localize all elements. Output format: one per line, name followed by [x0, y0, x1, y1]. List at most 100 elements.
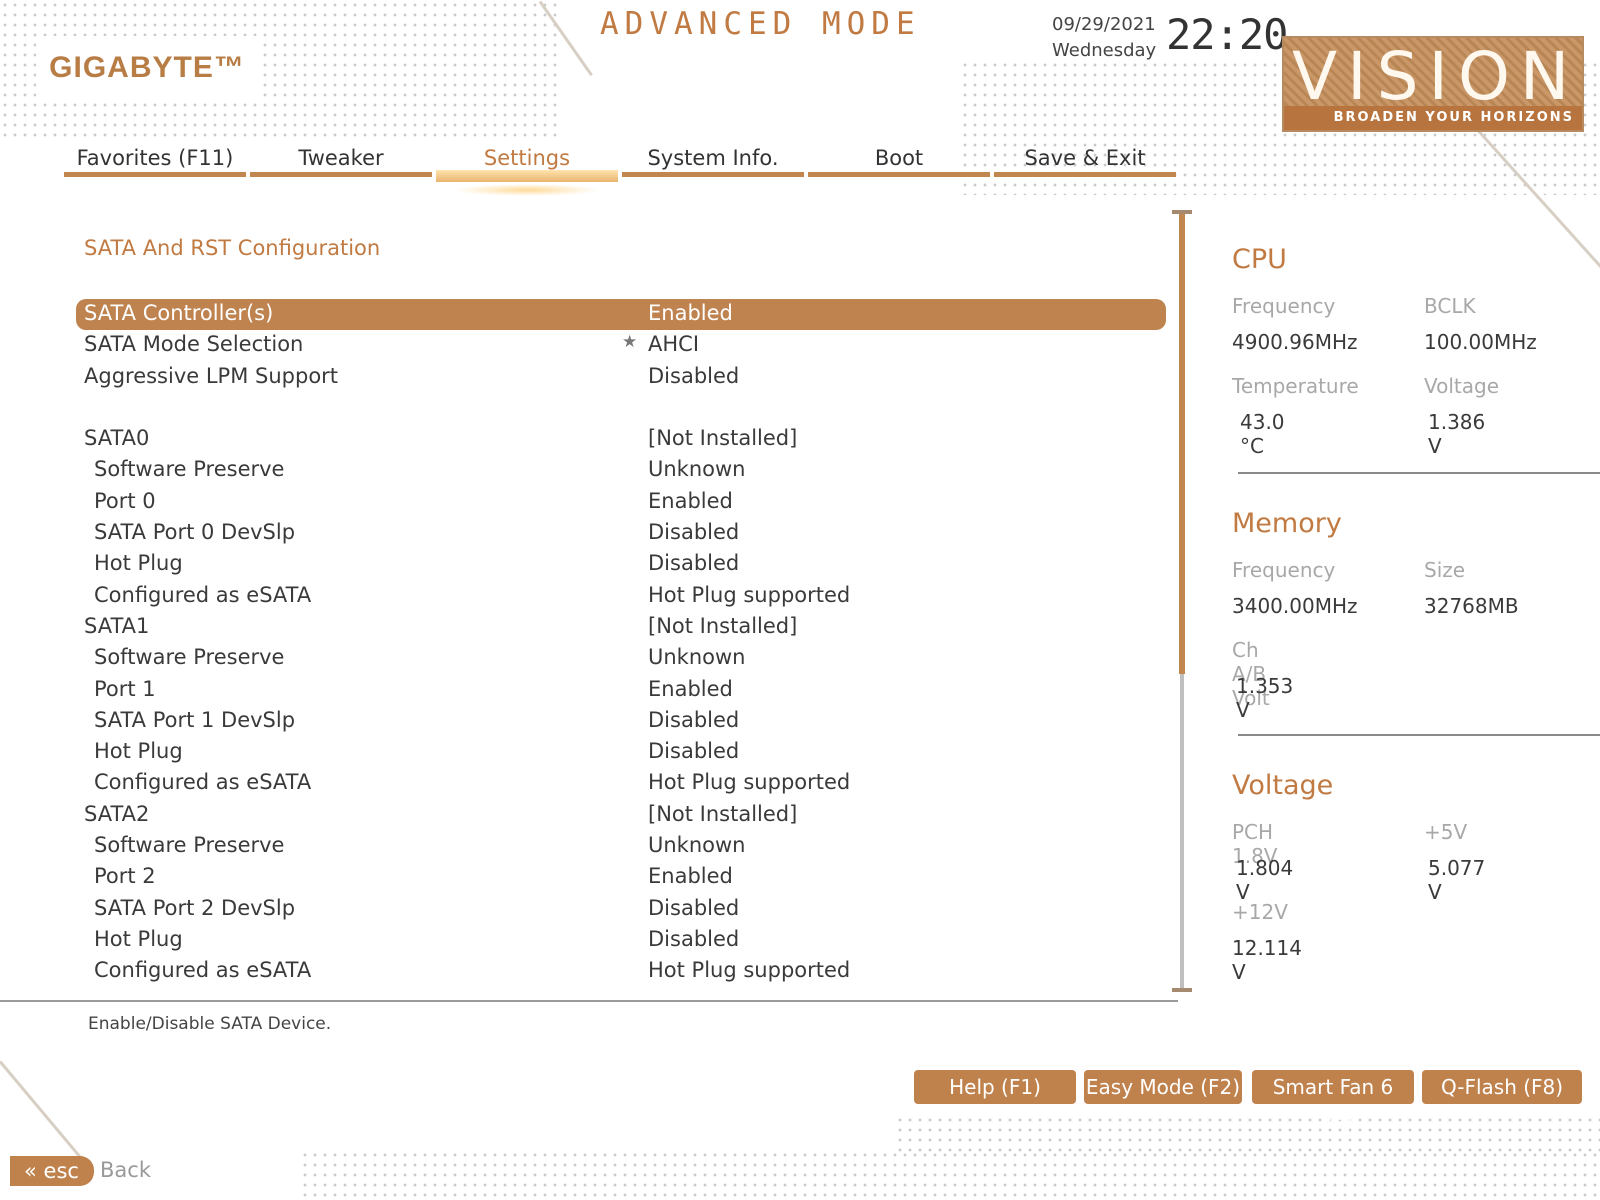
setting-label: Hot Plug: [94, 926, 183, 951]
dot-pattern-bottom-right: [895, 1115, 1600, 1155]
main-tabs: Favorites (F11) Tweaker Settings System …: [62, 140, 1178, 200]
12v-label: +12V: [1232, 900, 1288, 924]
setting-row-port-2[interactable]: Port 2 Enabled: [76, 862, 1166, 893]
setting-row-hot-plug-2[interactable]: Hot Plug Disabled: [76, 925, 1166, 956]
back-link[interactable]: Back: [100, 1158, 151, 1182]
setting-row-port-0-devslp[interactable]: SATA Port 0 DevSlp Disabled: [76, 518, 1166, 549]
memory-frequency-value: 3400.00MHz: [1232, 594, 1358, 618]
setting-row-sata2: SATA2 [Not Installed]: [76, 800, 1166, 831]
tab-settings[interactable]: Settings: [434, 140, 620, 200]
setting-value: Enabled: [648, 864, 733, 889]
memory-size-value: 32768MB: [1424, 594, 1519, 618]
setting-row-hot-plug-1[interactable]: Hot Plug Disabled: [76, 737, 1166, 768]
spacer-row: [76, 393, 1166, 424]
voltage-title: Voltage: [1232, 770, 1334, 801]
cpu-temperature-value: 43.0 °C: [1240, 410, 1285, 458]
setting-row-sata-mode[interactable]: SATA Mode Selection ★ AHCI: [76, 330, 1166, 361]
help-text: Enable/Disable SATA Device.: [88, 1014, 332, 1034]
5v-value: 5.077 V: [1428, 856, 1486, 904]
cpu-voltage-label: Voltage: [1424, 374, 1500, 398]
vision-word: VISION: [1292, 38, 1580, 115]
memory-title: Memory: [1232, 508, 1342, 539]
cpu-frequency-label: Frequency: [1232, 294, 1336, 318]
setting-row-esata-1: Configured as eSATA Hot Plug supported: [76, 768, 1166, 799]
setting-value: [Not Installed]: [648, 801, 798, 826]
help-button[interactable]: Help (F1): [914, 1070, 1076, 1104]
setting-value: Enabled: [648, 676, 733, 701]
favorite-star-icon[interactable]: ★: [622, 332, 637, 352]
setting-label: SATA1: [84, 613, 150, 638]
section-title: SATA And RST Configuration: [84, 236, 381, 260]
setting-value: Disabled: [648, 895, 740, 920]
setting-value: Disabled: [648, 551, 740, 576]
cpu-bclk-value: 100.00MHz: [1424, 330, 1537, 354]
setting-label: Software Preserve: [94, 457, 285, 482]
tab-label: Tweaker: [298, 146, 384, 170]
easy-mode-button[interactable]: Easy Mode (F2): [1084, 1070, 1242, 1104]
setting-row-port-2-devslp[interactable]: SATA Port 2 DevSlp Disabled: [76, 894, 1166, 925]
setting-label: Configured as eSATA: [94, 770, 312, 795]
setting-label: SATA Port 2 DevSlp: [94, 895, 296, 920]
cpu-voltage-value: 1.386 V: [1428, 410, 1486, 458]
mode-title: ADVANCED MODE: [600, 6, 921, 42]
smart-fan-button[interactable]: Smart Fan 6 (F6): [1252, 1070, 1414, 1133]
setting-value: Hot Plug supported: [648, 958, 851, 983]
dot-pattern-bottom: [300, 1150, 1600, 1200]
tab-label: System Info.: [647, 146, 779, 170]
vision-tagline: BROADEN YOUR HORIZONS: [1284, 106, 1582, 130]
tab-system-info[interactable]: System Info.: [620, 140, 806, 200]
setting-label: Port 0: [94, 488, 156, 513]
date: 09/29/2021: [1052, 14, 1156, 35]
setting-row-esata-0: Configured as eSATA Hot Plug supported: [76, 581, 1166, 612]
tab-label: Boot: [874, 146, 924, 170]
date-display: 09/29/2021 Wednesday: [1052, 12, 1156, 64]
tab-boot[interactable]: Boot: [806, 140, 992, 200]
setting-value: Unknown: [648, 645, 746, 670]
esc-label: esc: [43, 1159, 79, 1183]
cpu-title: CPU: [1232, 244, 1287, 275]
tab-favorites[interactable]: Favorites (F11): [62, 140, 248, 200]
setting-label: Software Preserve: [94, 833, 285, 858]
setting-row-port-1-devslp[interactable]: SATA Port 1 DevSlp Disabled: [76, 706, 1166, 737]
scrollbar-thumb[interactable]: [1179, 214, 1185, 674]
clock: 22:20: [1166, 10, 1288, 59]
setting-value: Disabled: [648, 520, 740, 545]
setting-row-hot-plug-0[interactable]: Hot Plug Disabled: [76, 549, 1166, 580]
scrollbar-cap: [1172, 988, 1192, 992]
gigabyte-logo: GIGABYTE™: [36, 36, 258, 100]
setting-label: SATA Port 0 DevSlp: [94, 520, 296, 545]
setting-label: SATA2: [84, 801, 150, 826]
esc-button[interactable]: « esc: [10, 1156, 94, 1186]
setting-row-port-1[interactable]: Port 1 Enabled: [76, 675, 1166, 706]
tab-label: Favorites (F11): [76, 146, 234, 170]
setting-value: Disabled: [648, 739, 740, 764]
setting-row-aggressive-lpm[interactable]: Aggressive LPM Support Disabled: [76, 362, 1166, 393]
deco-line: [0, 1060, 92, 1170]
setting-value: Enabled: [648, 488, 733, 513]
tab-save-exit[interactable]: Save & Exit: [992, 140, 1178, 200]
setting-label: Configured as eSATA: [94, 582, 312, 607]
12v-value: 12.114 V: [1232, 936, 1302, 984]
setting-row-software-preserve-0: Software Preserve Unknown: [76, 455, 1166, 486]
setting-row-sata-controllers[interactable]: SATA Controller(s) Enabled: [76, 299, 1166, 331]
setting-value: Disabled: [648, 363, 740, 388]
setting-value: [Not Installed]: [648, 613, 798, 638]
setting-value: Enabled: [648, 301, 733, 325]
setting-row-sata1: SATA1 [Not Installed]: [76, 612, 1166, 643]
setting-label: Hot Plug: [94, 551, 183, 576]
help-divider: [0, 1000, 1178, 1002]
setting-label: Hot Plug: [94, 739, 183, 764]
tab-tweaker[interactable]: Tweaker: [248, 140, 434, 200]
setting-label: SATA Mode Selection: [84, 332, 304, 357]
setting-value: Hot Plug supported: [648, 582, 851, 607]
setting-label: SATA0: [84, 426, 150, 451]
settings-scrollbar[interactable]: [1172, 210, 1192, 992]
active-tab-glow: [454, 184, 600, 196]
q-flash-button[interactable]: Q-Flash (F8): [1422, 1070, 1582, 1104]
weekday: Wednesday: [1052, 40, 1157, 61]
vision-logo: VISION BROADEN YOUR HORIZONS: [1282, 36, 1584, 132]
setting-value: [Not Installed]: [648, 426, 798, 451]
setting-row-port-0[interactable]: Port 0 Enabled: [76, 487, 1166, 518]
memory-volt-value: 1.353 V: [1236, 674, 1294, 722]
setting-label: SATA Controller(s): [84, 301, 274, 325]
